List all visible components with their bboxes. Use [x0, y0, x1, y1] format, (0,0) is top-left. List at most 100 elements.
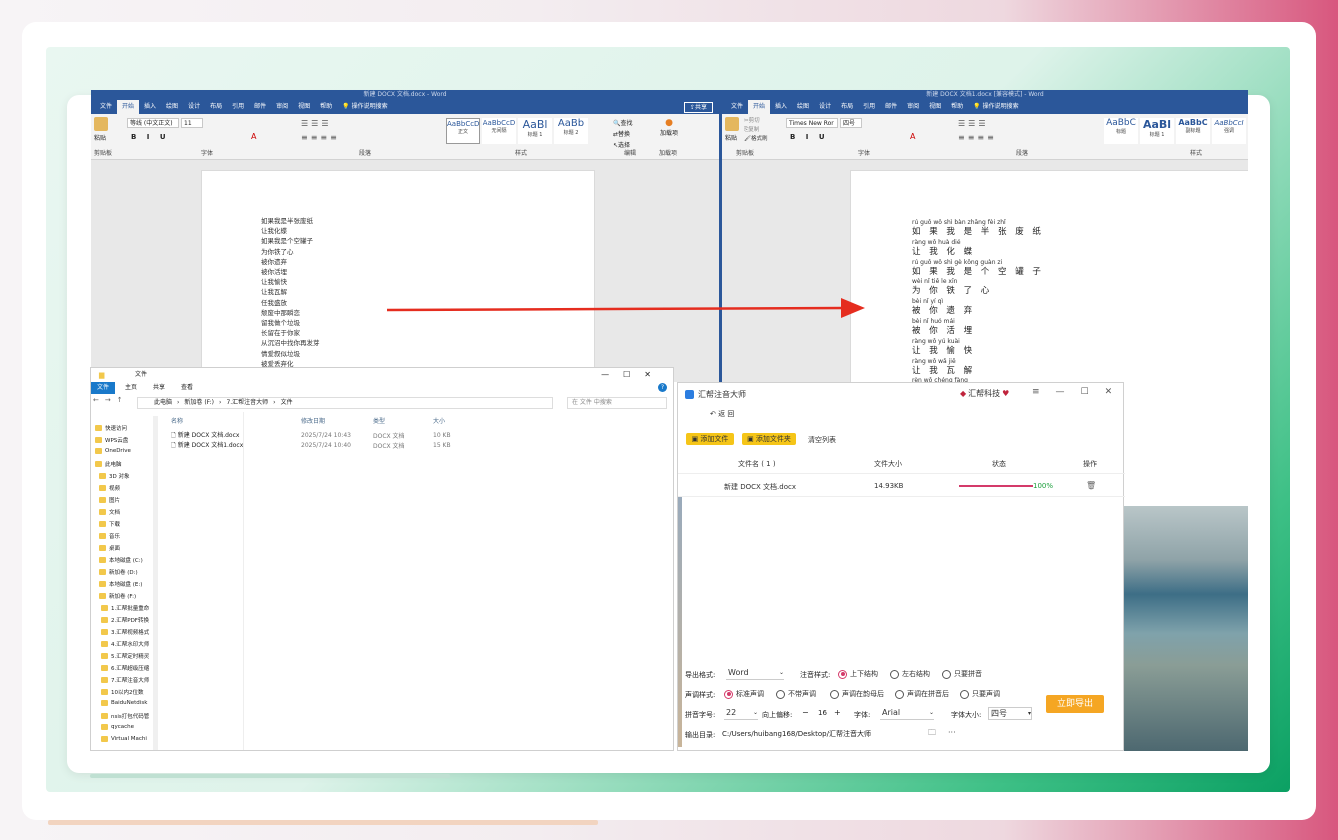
style-heading2[interactable]: AaBb 标题 2	[554, 118, 588, 144]
tab-draw[interactable]: 绘图	[792, 100, 814, 114]
tone-option[interactable]: 声调在韵母后	[830, 689, 884, 699]
bullets-icon[interactable]: ☰☰☰	[958, 119, 989, 128]
tab-view[interactable]: 查看	[171, 382, 203, 394]
nav-item[interactable]: WPS云盘	[95, 436, 128, 444]
tab-home[interactable]: 开始	[117, 100, 140, 114]
tone-option[interactable]: 不带声调	[776, 689, 816, 699]
brand[interactable]: ◆ 汇帮科技 ♥	[960, 388, 1009, 399]
nav-item[interactable]: 3.汇帮视频格式	[101, 628, 149, 636]
table-row[interactable]: 新建 DOCX 文档.docx 14.93KB 100% 🗑	[678, 473, 1125, 497]
nav-item[interactable]: Virtual Machi	[101, 736, 147, 742]
nav-item[interactable]: 1.汇帮批量重命	[101, 604, 149, 612]
font-name-select[interactable]: Times New Ror	[786, 118, 838, 128]
tab-insert[interactable]: 插入	[139, 100, 161, 114]
nav-item[interactable]: 新加卷 (D:)	[99, 568, 138, 576]
tab-review[interactable]: 审阅	[271, 100, 293, 114]
offset-value[interactable]: 16	[818, 709, 827, 717]
output-dir-input[interactable]: C:/Users/huibang168/Desktop/汇帮注音大师	[722, 728, 924, 740]
tab-mailings[interactable]: 邮件	[880, 100, 902, 114]
nav-item[interactable]: OneDrive	[95, 448, 131, 454]
tab-view[interactable]: 视图	[293, 100, 315, 114]
style-heading1[interactable]: AaBl 标题 1	[518, 118, 552, 144]
minimize-icon[interactable]: —	[1056, 387, 1081, 397]
address-bar[interactable]: 此电脑 › 新加卷 (F:) › 7.汇帮注音大师 › 文件	[137, 397, 553, 409]
breadcrumb-item[interactable]: 此电脑	[154, 398, 172, 408]
nav-item[interactable]: 快速访问	[95, 424, 127, 432]
tab-home[interactable]: 开始	[748, 100, 771, 114]
style-title[interactable]: AaBbC 标题	[1104, 118, 1138, 144]
offset-plus-button[interactable]: +	[834, 708, 841, 717]
tab-references[interactable]: 引用	[227, 100, 249, 114]
document-page[interactable]: rú guǒ wǒ shì bàn zhāng fèi zhǐ 如 果 我 是 半…	[850, 170, 1248, 382]
nav-scrollbar[interactable]	[153, 416, 158, 750]
pinyin-size-select[interactable]: 22 ⌄	[724, 707, 758, 720]
more-options-button[interactable]: ···	[948, 728, 956, 737]
tab-file[interactable]: 文件	[726, 100, 748, 114]
tab-layout[interactable]: 布局	[205, 100, 227, 114]
tab-file[interactable]: 文件	[91, 382, 116, 394]
nav-item[interactable]: 下载	[99, 520, 120, 528]
nav-item[interactable]: 2.汇帮PDF转换	[101, 616, 149, 624]
tab-share[interactable]: 共享	[147, 382, 171, 394]
back-button[interactable]: ↶ 返 回	[710, 409, 734, 419]
bold-italic-underline[interactable]: B I U	[790, 133, 829, 141]
align-icon[interactable]: ≡≡≡≡	[958, 133, 997, 142]
nav-item[interactable]: 音乐	[99, 532, 120, 540]
style-normal[interactable]: AaBbCcD 正文	[446, 118, 480, 144]
font-size-select[interactable]: 11	[181, 118, 203, 128]
annot-option[interactable]: 左右结构	[890, 669, 930, 679]
tab-design[interactable]: 设计	[814, 100, 836, 114]
replace-button[interactable]: ⇄替换	[613, 129, 633, 140]
offset-minus-button[interactable]: −	[802, 708, 809, 717]
col-type[interactable]: 类型	[373, 416, 433, 425]
breadcrumb-item[interactable]: 7.汇帮注音大师	[226, 398, 268, 408]
annot-option[interactable]: 只要拼音	[942, 669, 982, 679]
close-icon[interactable]: ✕	[1105, 387, 1129, 397]
tab-references[interactable]: 引用	[858, 100, 880, 114]
tab-review[interactable]: 审阅	[902, 100, 924, 114]
nav-item[interactable]: 7.汇帮注音大师	[101, 676, 149, 684]
format-painter-button[interactable]: 🖌格式刷	[744, 135, 768, 144]
tab-file[interactable]: 文件	[95, 100, 117, 114]
nav-arrows[interactable]: ←→↑	[93, 396, 129, 404]
style-subtitle[interactable]: AaBbC 副标题	[1176, 118, 1210, 144]
nav-item[interactable]: 3D 对象	[99, 472, 129, 480]
minimize-icon[interactable]: —	[601, 370, 623, 379]
col-name[interactable]: 名称	[171, 416, 301, 425]
tab-design[interactable]: 设计	[183, 100, 205, 114]
tab-home[interactable]: 主页	[115, 382, 147, 394]
nav-item[interactable]: 4.汇帮水印大师	[101, 640, 149, 648]
font-select[interactable]: Arial ⌄	[880, 707, 934, 720]
nav-item[interactable]: 本地磁盘 (C:)	[99, 556, 143, 564]
close-icon[interactable]: ✕	[644, 370, 665, 379]
style-emphasis[interactable]: AaBbCcI 强调	[1212, 118, 1246, 144]
nav-item[interactable]: nsis打包代码管	[101, 712, 149, 720]
tell-me-search[interactable]: 💡 操作说明搜索	[337, 100, 392, 114]
menu-icon[interactable]: ≡	[1032, 387, 1056, 397]
trash-icon[interactable]: 🗑	[1086, 481, 1096, 490]
tab-mailings[interactable]: 邮件	[249, 100, 271, 114]
tone-option[interactable]: 声调在拼音后	[895, 689, 949, 699]
col-size[interactable]: 大小	[433, 416, 473, 425]
font-size-select[interactable]: 四号 ▾	[988, 707, 1032, 720]
tell-me-search[interactable]: 💡 操作说明搜索	[968, 100, 1023, 114]
tab-draw[interactable]: 绘图	[161, 100, 183, 114]
tab-help[interactable]: 帮助	[946, 100, 968, 114]
nav-item[interactable]: 10以内2位数	[101, 688, 144, 696]
tab-layout[interactable]: 布局	[836, 100, 858, 114]
tab-insert[interactable]: 插入	[770, 100, 792, 114]
add-file-button[interactable]: ▣ 添加文件	[686, 433, 734, 445]
tone-option[interactable]: 只要声调	[960, 689, 1000, 699]
share-button[interactable]: ⇪共享	[683, 101, 713, 113]
nav-item[interactable]: 桌面	[99, 544, 120, 552]
paste-icon[interactable]	[94, 117, 108, 131]
open-folder-icon[interactable]: 🗀	[928, 727, 936, 741]
document-page[interactable]: 如果我是半张废纸 让我化蝶 如果我是个空罐子 为你铁了心 被你遗弃 被你活埋 让我愉快 让我瓦…	[201, 170, 595, 382]
search-input[interactable]: 在 文件 中搜索	[567, 397, 667, 409]
find-button[interactable]: 🔍查找	[613, 118, 633, 129]
nav-item[interactable]: qycache	[101, 724, 134, 730]
export-format-select[interactable]: Word ⌄	[726, 667, 784, 680]
table-row[interactable]: 🗋 新建 DOCX 文档1.docx 2025/7/24 10:40 DOCX …	[171, 440, 473, 451]
style-heading1[interactable]: AaBl 标题 1	[1140, 118, 1174, 144]
font-color-icon[interactable]: A	[910, 132, 915, 141]
